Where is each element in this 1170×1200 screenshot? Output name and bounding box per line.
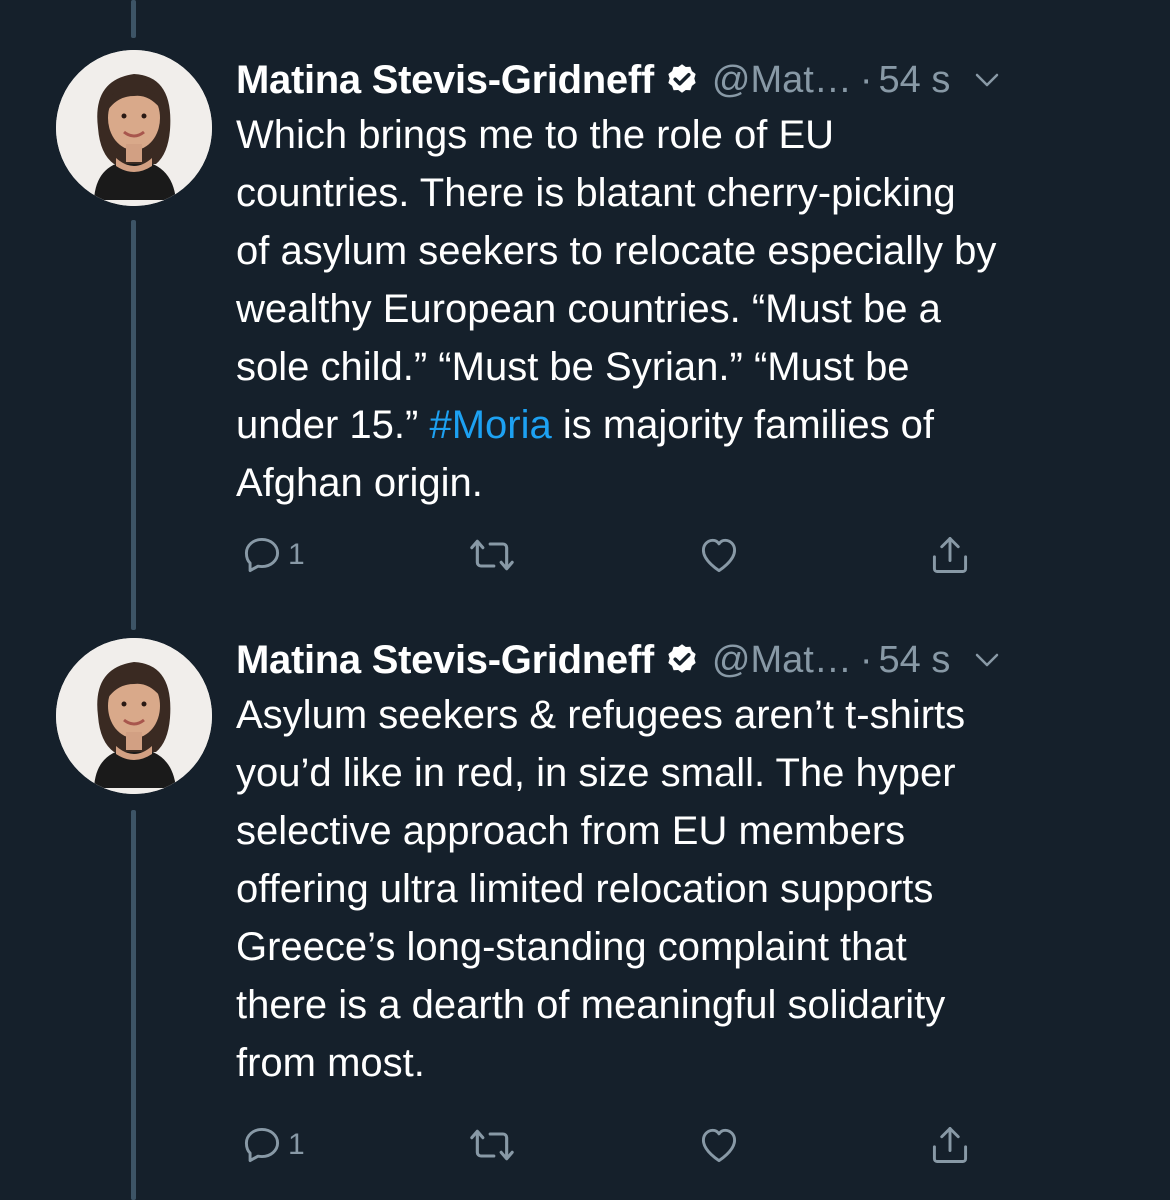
author-handle[interactable]: @Mat…	[712, 59, 852, 102]
retweet-icon	[468, 533, 516, 577]
like-icon	[696, 1123, 742, 1167]
tweet-text-part: Asylum seekers & refugees aren’t t-shirt…	[236, 693, 966, 1085]
timestamp[interactable]: 54 s	[879, 59, 951, 102]
share-icon	[928, 532, 972, 578]
tweet-actions: 1	[236, 1120, 996, 1170]
thread-line-bottom	[131, 810, 136, 1200]
separator-dot: ·	[859, 58, 873, 101]
chevron-down-icon[interactable]	[972, 645, 1002, 675]
tweet-text-part: Which brings me to the role of EU countr…	[236, 113, 997, 447]
author-name[interactable]: Matina Stevis-Gridneff	[236, 638, 654, 683]
like-button[interactable]	[696, 1120, 742, 1170]
thread-line-middle	[131, 220, 136, 630]
avatar[interactable]	[56, 638, 212, 794]
retweet-button[interactable]	[468, 1120, 516, 1170]
avatar[interactable]	[56, 50, 212, 206]
share-button[interactable]	[928, 530, 972, 580]
verified-icon	[664, 62, 700, 98]
chevron-down-icon[interactable]	[972, 65, 1002, 95]
tweet-header: Matina Stevis-Gridneff @Mat… · 54 s	[236, 636, 1116, 684]
reply-count: 1	[288, 1128, 305, 1161]
like-button[interactable]	[696, 530, 742, 580]
retweet-button[interactable]	[468, 530, 516, 580]
author-handle[interactable]: @Mat…	[712, 639, 852, 682]
reply-icon	[240, 533, 284, 577]
tweet-text: Asylum seekers & refugees aren’t t-shirt…	[236, 686, 1136, 1092]
reply-button[interactable]: 1	[240, 530, 305, 580]
author-name[interactable]: Matina Stevis-Gridneff	[236, 58, 654, 103]
timestamp[interactable]: 54 s	[879, 639, 951, 682]
separator-dot: ·	[859, 638, 873, 681]
thread-line-top	[131, 0, 136, 38]
reply-icon	[240, 1123, 284, 1167]
reply-button[interactable]: 1	[240, 1120, 305, 1170]
retweet-icon	[468, 1123, 516, 1167]
tweet-actions: 1	[236, 530, 996, 580]
reply-count: 1	[288, 538, 305, 571]
share-icon	[928, 1122, 972, 1168]
verified-icon	[664, 642, 700, 678]
like-icon	[696, 533, 742, 577]
share-button[interactable]	[928, 1120, 972, 1170]
tweet-text: Which brings me to the role of EU countr…	[236, 106, 1136, 512]
tweet-header: Matina Stevis-Gridneff @Mat… · 54 s	[236, 56, 1116, 104]
hashtag-link[interactable]: #Moria	[429, 403, 551, 447]
